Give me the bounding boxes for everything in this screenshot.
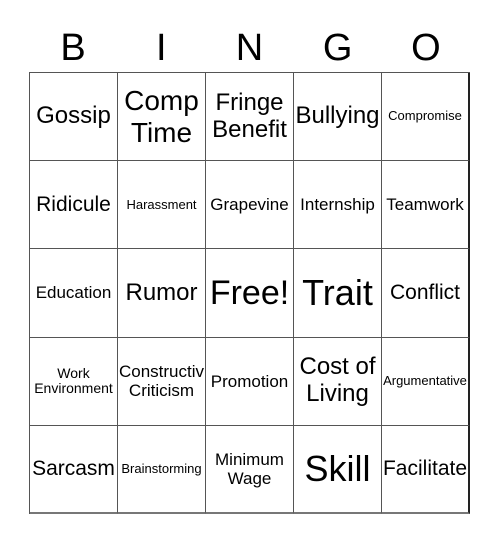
bingo-cell[interactable]: Comp Time — [118, 73, 206, 162]
bingo-grid: Gossip Comp Time Fringe Benefit Bullying… — [29, 72, 470, 514]
bingo-cell[interactable]: Cost of Living — [294, 337, 382, 426]
bingo-cell[interactable]: Bullying — [294, 73, 382, 162]
bingo-cell[interactable]: Brainstorming — [118, 425, 206, 514]
bingo-cell[interactable]: Work Environment — [30, 337, 118, 426]
bingo-cell[interactable]: Conflict — [382, 249, 470, 338]
bingo-cell[interactable]: Constructiv Criticism — [118, 337, 206, 426]
bingo-cell[interactable]: Skill — [294, 425, 382, 514]
bingo-cell[interactable]: Teamwork — [382, 161, 470, 250]
free-space-cell[interactable]: Free! — [206, 249, 294, 338]
bingo-cell[interactable]: Grapevine — [206, 161, 294, 250]
bingo-cell[interactable]: Facilitate — [382, 425, 470, 514]
bingo-cell[interactable]: Trait — [294, 249, 382, 338]
header-letter-g: G — [322, 27, 353, 69]
header-letter-b: B — [60, 27, 86, 69]
bingo-cell[interactable]: Promotion — [206, 337, 294, 426]
bingo-cell[interactable]: Harassment — [118, 161, 206, 250]
header-letter-i: I — [156, 27, 167, 69]
bingo-cell[interactable]: Internship — [294, 161, 382, 250]
bingo-cell[interactable]: Fringe Benefit — [206, 73, 294, 162]
bingo-cell[interactable]: Ridicule — [30, 161, 118, 250]
bingo-cell[interactable]: Gossip — [30, 73, 118, 162]
bingo-cell[interactable]: Sarcasm — [30, 425, 118, 514]
bingo-cell[interactable]: Minimum Wage — [206, 425, 294, 514]
bingo-cell[interactable]: Education — [30, 249, 118, 338]
bingo-cell[interactable]: Compromise — [382, 73, 470, 162]
header-letter-n: N — [235, 27, 264, 69]
bingo-card: B I N G O Gossip Comp Time Fringe Benefi… — [0, 0, 500, 544]
header-letter-o: O — [411, 27, 441, 69]
bingo-cell[interactable]: Rumor — [118, 249, 206, 338]
bingo-cell[interactable]: Argumentative — [382, 337, 470, 426]
bingo-header: B I N G O — [29, 24, 470, 72]
